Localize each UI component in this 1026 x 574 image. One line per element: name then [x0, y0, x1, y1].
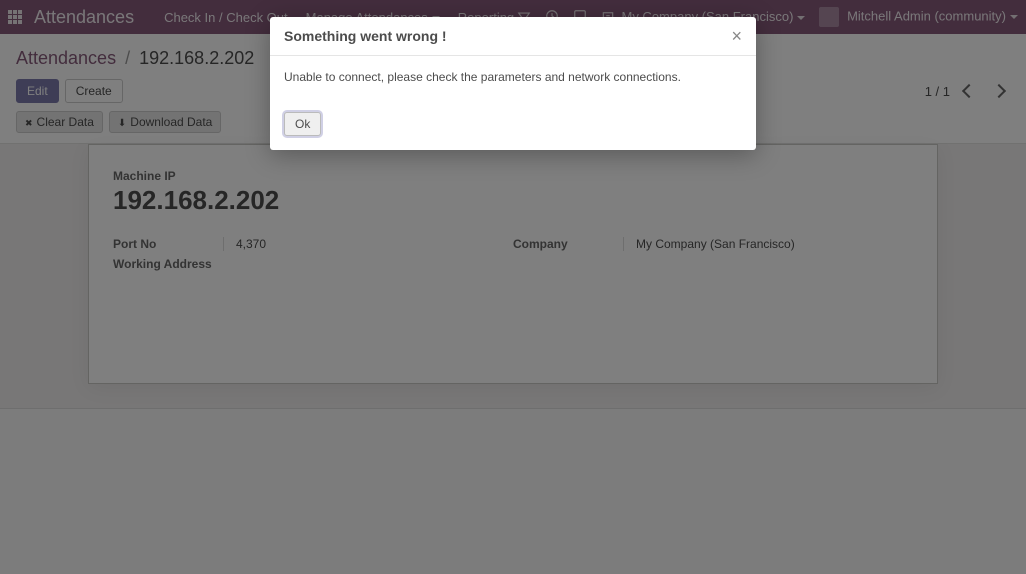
- ok-button[interactable]: Ok: [284, 112, 321, 136]
- modal-overlay[interactable]: Something went wrong ! × Unable to conne…: [0, 0, 1026, 574]
- error-modal: Something went wrong ! × Unable to conne…: [270, 17, 756, 150]
- modal-title: Something went wrong !: [284, 28, 447, 44]
- modal-body: Unable to connect, please check the para…: [270, 56, 756, 102]
- modal-close-button[interactable]: ×: [731, 27, 742, 45]
